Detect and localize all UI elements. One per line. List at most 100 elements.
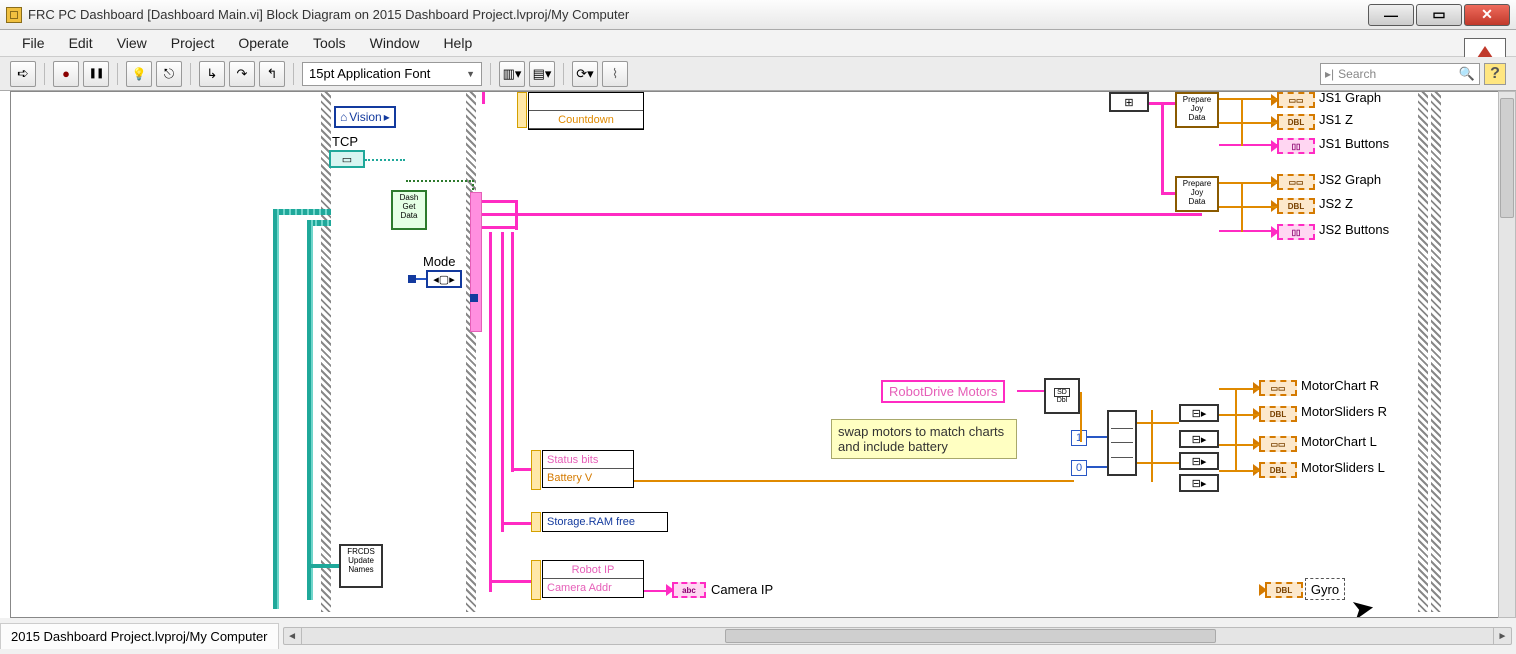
menu-help[interactable]: Help [433, 32, 482, 54]
unbundle-selector [531, 560, 541, 600]
js1-buttons-label: JS1 Buttons [1319, 136, 1389, 151]
sd-read-subvi[interactable]: SD Dbl [1044, 378, 1080, 414]
scroll-right-icon[interactable]: ► [1493, 628, 1511, 644]
vision-local-var[interactable]: Vision [334, 106, 396, 128]
menu-tools[interactable]: Tools [303, 32, 356, 54]
wire [1219, 144, 1277, 146]
abort-button[interactable] [53, 61, 79, 87]
unbundle-cluster[interactable] [470, 192, 482, 332]
font-combo[interactable]: 15pt Application Font [302, 62, 482, 86]
menu-view[interactable]: View [107, 32, 157, 54]
menu-window[interactable]: Window [360, 32, 430, 54]
camera-ip-terminal[interactable]: abc [672, 582, 706, 598]
js2-graph-terminal[interactable]: ▭▭ [1277, 174, 1315, 190]
block-diagram-canvas[interactable]: Vision TCP ▭ Dash Get Data Mode ◂▢▸ Coun… [10, 91, 1506, 618]
wire [1137, 422, 1179, 424]
wire [1161, 192, 1175, 195]
index-const-0[interactable]: 0 [1071, 460, 1087, 476]
wire [515, 200, 518, 230]
search-input[interactable]: ▸| Search 🔍 [1320, 63, 1480, 85]
motorchart-r-terminal[interactable]: ▭▭ [1259, 380, 1297, 396]
storage-unbundle[interactable]: Storage.RAM free [542, 512, 668, 532]
frcds-update-names-subvi[interactable]: FRCDS Update Names [339, 544, 383, 588]
dash-get-data-subvi[interactable]: Dash Get Data [391, 190, 427, 230]
wire [273, 209, 279, 609]
gyro-terminal[interactable]: DBL [1265, 582, 1303, 598]
js2-buttons-terminal[interactable]: ▯▯ [1277, 224, 1315, 240]
context-help-button[interactable]: ? [1484, 63, 1506, 85]
wire [1219, 98, 1277, 100]
index-const-1[interactable]: 1 [1071, 430, 1087, 446]
countdown-unbundle[interactable]: Countdown [528, 92, 644, 130]
pause-button[interactable] [83, 61, 109, 87]
gyro-label-editing[interactable]: Gyro [1305, 578, 1345, 600]
step-over-button[interactable]: ↷ [229, 61, 255, 87]
wire [273, 209, 331, 215]
menu-operate[interactable]: Operate [228, 32, 299, 54]
menu-project[interactable]: Project [161, 32, 225, 54]
mouse-cursor-icon: ➤ [1348, 590, 1377, 618]
motorsliders-r-terminal[interactable]: DBL [1259, 406, 1297, 422]
wire [489, 580, 531, 583]
window-title: FRC PC Dashboard [Dashboard Main.vi] Blo… [28, 7, 1368, 22]
wire [482, 200, 518, 203]
step-out-button[interactable]: ↰ [259, 61, 285, 87]
split-node-bottom[interactable]: ⊟▸ [1179, 474, 1219, 492]
js2-buttons-label: JS2 Buttons [1319, 222, 1389, 237]
js1-buttons-terminal[interactable]: ▯▯ [1277, 138, 1315, 154]
vertical-scrollbar[interactable] [1498, 91, 1516, 618]
maximize-button[interactable]: ▭ [1416, 4, 1462, 26]
scroll-left-icon[interactable]: ◄ [284, 628, 302, 644]
retain-wire-values-button[interactable]: ⎋ [156, 61, 182, 87]
step-into-button[interactable]: ↳ [199, 61, 225, 87]
reorder-button[interactable]: ⟳▾ [572, 61, 598, 87]
tunnel [470, 294, 478, 302]
loop-border [1431, 92, 1441, 612]
wire [1087, 436, 1107, 438]
mode-indicator[interactable]: ◂▢▸ [426, 270, 462, 288]
wire [1219, 230, 1277, 232]
wire [634, 480, 1074, 482]
js2-z-terminal[interactable]: DBL [1277, 198, 1315, 214]
menu-file[interactable]: File [12, 32, 55, 54]
robotdrive-motors-const[interactable]: RobotDrive Motors [881, 380, 1005, 403]
motorsliders-l-terminal[interactable]: DBL [1259, 462, 1297, 478]
js1-z-label: JS1 Z [1319, 112, 1353, 127]
js1-graph-terminal[interactable]: ▭▭ [1277, 92, 1315, 108]
split-node[interactable]: ⊟▸ [1179, 430, 1219, 448]
align-button[interactable]: ▥▾ [499, 61, 525, 87]
breadcrumb[interactable]: 2015 Dashboard Project.lvproj/My Compute… [0, 623, 279, 649]
unbundle-selector [531, 512, 541, 532]
js1-z-terminal[interactable]: DBL [1277, 114, 1315, 130]
wire [482, 213, 1202, 216]
highlight-execution-button[interactable] [126, 61, 152, 87]
js2-z-label: JS2 Z [1319, 196, 1353, 211]
statusbar: 2015 Dashboard Project.lvproj/My Compute… [0, 618, 1516, 654]
motorchart-r-label: MotorChart R [1301, 378, 1379, 393]
cleanup-button[interactable] [602, 61, 628, 87]
horizontal-scrollbar[interactable]: ◄ ► [283, 627, 1512, 645]
tcp-constant[interactable]: ▭ [329, 150, 365, 168]
prepare-joy-data-1[interactable]: Prepare Joy Data [1175, 92, 1219, 128]
menu-edit[interactable]: Edit [59, 32, 103, 54]
wire [1219, 122, 1277, 124]
prepare-joy-data-2[interactable]: Prepare Joy Data [1175, 176, 1219, 212]
build-array-node[interactable] [1107, 410, 1137, 476]
status-battery-unbundle[interactable]: Status bits Battery V [542, 450, 634, 488]
wire [482, 226, 518, 229]
wire [482, 92, 485, 104]
split-node-top[interactable]: ⊟▸ [1179, 404, 1219, 422]
mode-label: Mode [423, 254, 456, 269]
wire [489, 232, 492, 592]
joy-cluster-node[interactable]: ⊞ [1109, 92, 1149, 112]
distribute-button[interactable]: ▤▾ [529, 61, 555, 87]
run-button[interactable] [10, 61, 36, 87]
motorchart-l-terminal[interactable]: ▭▭ [1259, 436, 1297, 452]
ip-unbundle[interactable]: Robot IP Camera Addr [542, 560, 644, 598]
wire [365, 159, 405, 161]
split-node[interactable]: ⊟▸ [1179, 452, 1219, 470]
wire [307, 220, 313, 600]
close-button[interactable]: ✕ [1464, 4, 1510, 26]
minimize-button[interactable]: — [1368, 4, 1414, 26]
wire [511, 468, 531, 471]
